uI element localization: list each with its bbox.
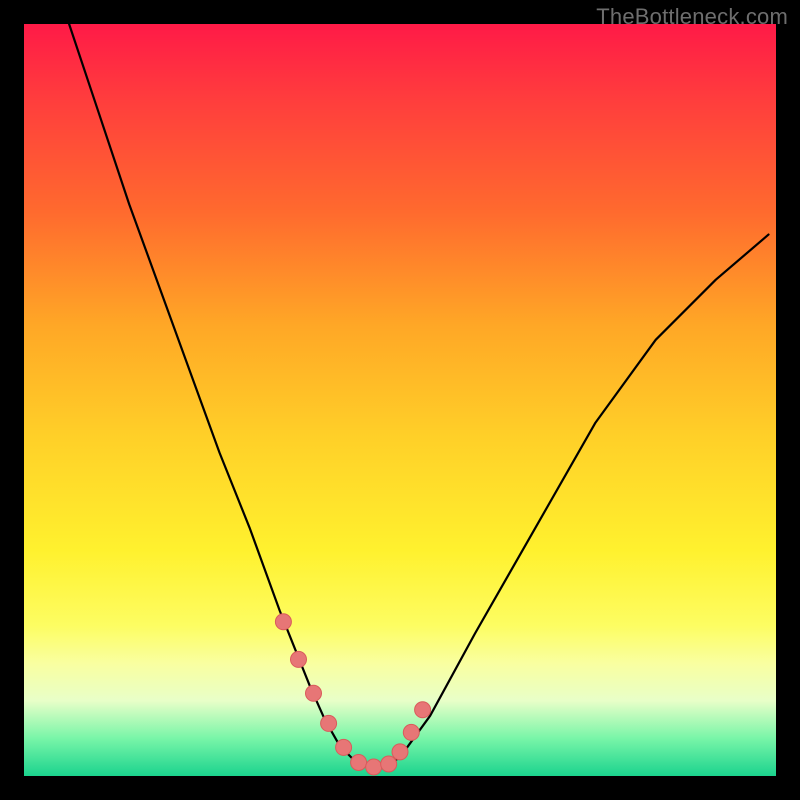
marker-dot — [381, 756, 397, 772]
marker-dot — [415, 702, 431, 718]
marker-dot — [336, 739, 352, 755]
bottleneck-curve-plot — [24, 24, 776, 776]
marker-dot — [366, 759, 382, 775]
marker-dot — [392, 744, 408, 760]
marker-dot — [321, 715, 337, 731]
marker-dot — [275, 614, 291, 630]
chart-area — [24, 24, 776, 776]
marker-dot — [403, 724, 419, 740]
marker-dot — [291, 651, 307, 667]
curve-line — [69, 24, 768, 767]
marker-dot — [351, 755, 367, 771]
curve-markers — [275, 614, 430, 775]
marker-dot — [306, 685, 322, 701]
watermark-text: TheBottleneck.com — [596, 4, 788, 30]
